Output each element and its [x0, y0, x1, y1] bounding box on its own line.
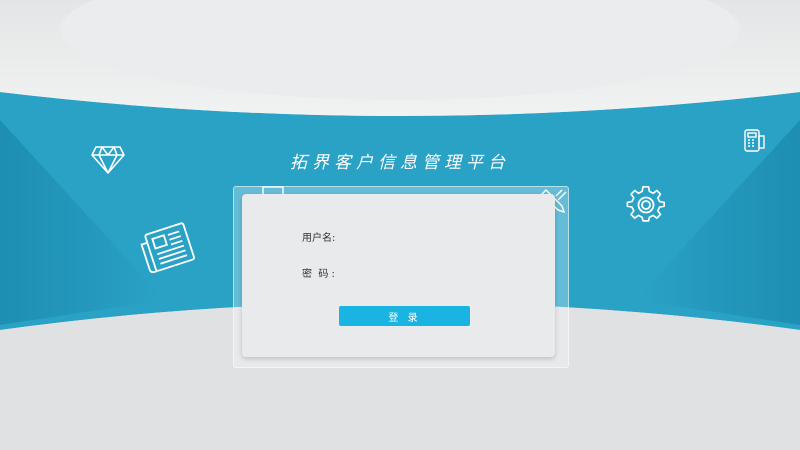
login-form: 用户名: 密 码 : 登 录 — [242, 194, 555, 357]
diamond-icon — [91, 146, 125, 174]
password-row: 密 码 : — [302, 264, 519, 280]
password-label: 密 码 : — [302, 268, 335, 280]
username-label: 用户名: — [302, 232, 336, 244]
login-button[interactable]: 登 录 — [339, 306, 470, 326]
username-input[interactable] — [335, 228, 520, 244]
pos-terminal-icon — [744, 129, 765, 152]
password-input[interactable] — [334, 264, 519, 280]
username-row: 用户名: — [302, 228, 520, 244]
gear-icon — [626, 186, 666, 222]
newspaper-icon — [140, 222, 195, 274]
